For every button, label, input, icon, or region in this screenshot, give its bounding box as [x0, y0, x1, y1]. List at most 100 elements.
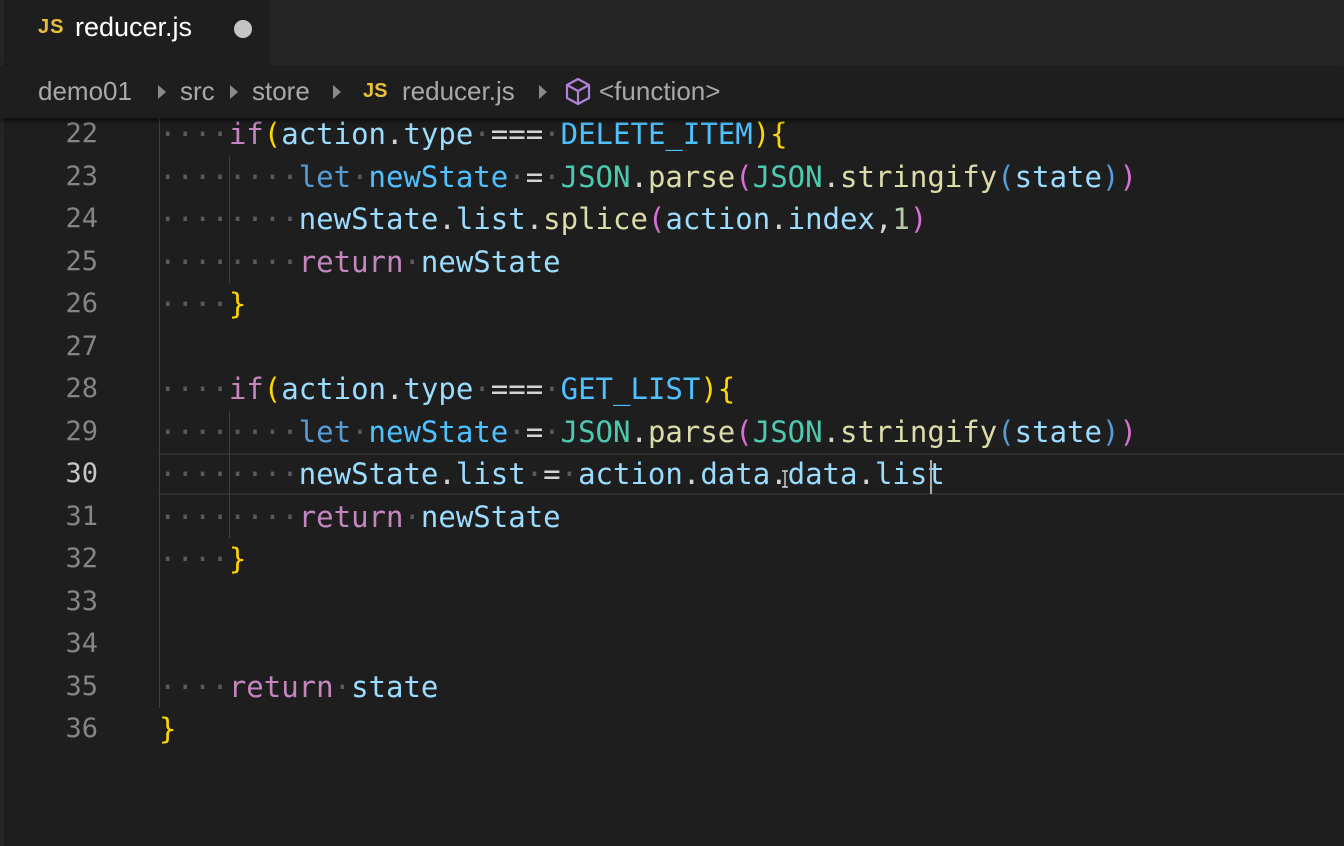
line-number: 24	[65, 203, 98, 234]
code-line[interactable]: 36}	[0, 708, 1344, 750]
code-text: ········let·newState·=·JSON.parse(JSON.s…	[159, 411, 1137, 453]
code-line[interactable]: 24 ········newState.list.splice(action.in…	[0, 198, 1344, 240]
whitespace-marker: ·	[525, 457, 544, 491]
code-line[interactable]: 26 ····}	[0, 283, 1344, 325]
breadcrumb-item-store[interactable]: store	[252, 76, 310, 107]
code-token: list	[455, 457, 526, 491]
code-token: .	[822, 414, 841, 449]
code-token: state	[351, 669, 439, 704]
code-token: .	[857, 457, 875, 491]
code-token: stringify	[840, 159, 998, 194]
code-token: newState	[420, 499, 561, 534]
code-token: )	[909, 202, 928, 236]
code-line[interactable]: 23 ········let·newState·=·JSON.parse(JSON…	[0, 156, 1344, 198]
code-line[interactable]: 32 ····}	[0, 538, 1344, 580]
code-line[interactable]: 31 ········return·newState	[0, 496, 1344, 538]
code-line[interactable]: 34	[0, 623, 1344, 665]
code-token: list	[455, 202, 526, 236]
code-token: data	[700, 457, 771, 491]
code-token: .	[438, 457, 456, 491]
whitespace-marker: ·	[473, 372, 491, 406]
code-token: JSON	[560, 159, 631, 194]
tab-reducer-js[interactable]: JS reducer.js	[4, 0, 270, 66]
breadcrumb-item-file[interactable]: reducer.js	[402, 76, 515, 107]
code-token: list	[874, 457, 945, 491]
code-token: }	[159, 712, 177, 746]
line-number: 34	[65, 628, 98, 659]
code-token: )	[1101, 159, 1120, 194]
code-token: }	[228, 542, 247, 576]
code-line[interactable]: 35 ····return·state	[0, 666, 1344, 708]
code-token: type	[403, 118, 474, 151]
code-line[interactable]: 27	[0, 326, 1344, 368]
code-line[interactable]: 30 ········newState.list·=·action.data.da…	[0, 453, 1344, 495]
code-line[interactable]: 25 ········return·newState	[0, 241, 1344, 283]
line-number: 32	[65, 543, 98, 574]
whitespace-marker: ·	[508, 159, 526, 194]
code-token: .	[630, 414, 648, 449]
code-token: =	[525, 159, 544, 194]
code-token: )	[1119, 159, 1137, 194]
line-number: 26	[65, 288, 98, 319]
code-token: .	[525, 202, 544, 236]
whitespace-marker: ····	[159, 287, 229, 321]
javascript-file-icon: JS	[363, 80, 388, 102]
whitespace-marker: ·	[351, 159, 369, 194]
code-token: .	[630, 159, 648, 194]
code-editor[interactable]: 22 ····if(action.type·===·DELETE_ITEM){23…	[0, 118, 1344, 846]
code-token: action	[281, 372, 386, 406]
whitespace-marker: ·	[473, 118, 491, 151]
code-token: (	[263, 372, 282, 406]
code-token: newState	[368, 414, 509, 449]
breadcrumb-item-demo01[interactable]: demo01	[38, 76, 132, 107]
code-token: stringify	[840, 414, 998, 449]
breadcrumb: demo01 src store JS reducer.js <function…	[0, 66, 1344, 118]
code-token: if	[228, 372, 264, 406]
unsaved-dot-icon[interactable]	[234, 20, 252, 38]
line-number: 29	[65, 415, 98, 447]
code-token: action	[578, 457, 683, 491]
code-token: (	[997, 159, 1015, 194]
chevron-right-icon	[333, 85, 341, 99]
code-token: type	[403, 372, 474, 406]
code-token: newState	[368, 159, 509, 194]
code-token: if	[228, 118, 264, 151]
code-token: splice	[543, 202, 648, 236]
breadcrumb-item-symbol[interactable]: <function>	[599, 76, 720, 107]
code-token: JSON	[560, 414, 631, 449]
code-token: {	[717, 372, 736, 406]
code-token: action	[665, 202, 771, 236]
code-token: )	[1119, 414, 1137, 449]
tab-bar: JS reducer.js	[0, 0, 1344, 66]
chevron-right-icon	[230, 85, 238, 99]
indent-guide	[159, 118, 160, 708]
code-text: ········return·newState	[159, 241, 561, 283]
line-number: 23	[65, 160, 98, 192]
code-line[interactable]: 28 ····if(action.type·===·GET_LIST){	[0, 368, 1344, 410]
code-token: {	[770, 118, 788, 151]
code-token: )	[752, 118, 771, 151]
code-text: ····if(action.type·===·GET_LIST){	[159, 368, 735, 410]
line-number: 25	[65, 245, 98, 277]
code-token: (	[735, 159, 753, 194]
whitespace-marker: ·	[543, 159, 561, 194]
line-number: 22	[65, 118, 98, 149]
code-token: let	[298, 159, 352, 194]
code-line[interactable]: 22 ····if(action.type·===·DELETE_ITEM){	[0, 118, 1344, 155]
code-token: =	[543, 457, 561, 491]
code-token: .	[438, 202, 456, 236]
code-token: (	[647, 202, 666, 236]
code-text: ····if(action.type·===·DELETE_ITEM){	[159, 118, 788, 155]
code-token: 1	[892, 202, 910, 236]
code-token: =	[525, 414, 544, 449]
symbol-method-cube-icon	[565, 77, 591, 106]
code-line[interactable]: 29 ········let·newState·=·JSON.parse(JSON…	[0, 411, 1344, 453]
code-token: state	[1014, 159, 1102, 194]
breadcrumb-item-src[interactable]: src	[180, 76, 215, 107]
line-number: 31	[65, 500, 98, 532]
code-text: ········newState.list·=·action.data.data…	[159, 453, 945, 495]
code-line[interactable]: 33	[0, 581, 1344, 623]
code-token: .	[386, 118, 404, 151]
code-token: action	[281, 118, 386, 151]
whitespace-marker: ····	[159, 118, 229, 151]
